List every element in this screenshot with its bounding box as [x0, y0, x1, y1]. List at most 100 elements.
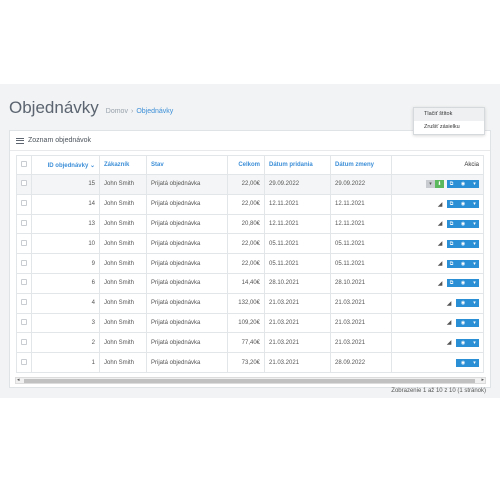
breadcrumb-home[interactable]: Domov	[106, 108, 128, 115]
cell-status: Prijatá objednávka	[146, 193, 228, 215]
edit-button[interactable]: ⧉	[447, 279, 456, 288]
send-icon[interactable]: ◢	[445, 319, 453, 327]
menu-item-cancel-shipment[interactable]: Zrušiť zásielku	[414, 121, 484, 134]
cell-total: 132,00€	[227, 292, 265, 314]
select-all-checkbox[interactable]	[16, 155, 32, 175]
send-icon[interactable]: ◢	[436, 279, 444, 287]
column-date-added[interactable]: Dátum pridania	[264, 155, 331, 175]
view-button[interactable]: ◉	[456, 318, 470, 327]
cell-actions: ◢ ⧉ ◉ ▾	[391, 233, 484, 255]
cell-total: 14,40€	[227, 272, 265, 294]
external-link-icon: ⧉	[449, 201, 454, 208]
row-checkbox[interactable]	[16, 332, 32, 354]
send-icon[interactable]: ◢	[436, 260, 444, 268]
view-button[interactable]: ◉	[456, 200, 470, 209]
view-dropdown-button[interactable]: ▾	[470, 318, 479, 327]
row-checkbox[interactable]	[16, 253, 32, 274]
list-icon	[16, 137, 24, 144]
pagination-info: Zobrazenie 1 až 10 z 10 (1 stránok)	[391, 388, 486, 394]
scroll-right-icon[interactable]: ▸	[481, 378, 484, 383]
cell-date-modified: 28.10.2021	[330, 272, 392, 294]
cell-actions: ▾ ⬇ ⧉ ◉ ▾	[391, 174, 484, 195]
orders-table: ID objednávky ⌄ Zákazník Stav Celkom Dát…	[16, 155, 484, 373]
column-date-modified[interactable]: Dátum zmeny	[330, 155, 392, 175]
row-checkbox[interactable]	[16, 352, 32, 373]
cell-date-modified: 05.11.2021	[330, 253, 392, 274]
caret-icon: ▾	[429, 181, 432, 188]
eye-icon: ◉	[460, 220, 466, 227]
row-checkbox[interactable]	[16, 174, 32, 195]
cell-actions: ◉ ▾	[391, 352, 484, 373]
external-link-icon: ⧉	[449, 181, 454, 188]
cell-customer: John Smith	[99, 213, 147, 235]
download-icon: ⬇	[437, 181, 442, 188]
table-row: 10 John Smith Prijatá objednávka 22,00€ 05.1…	[16, 233, 484, 255]
scroll-left-icon[interactable]: ◂	[17, 378, 20, 383]
view-button[interactable]: ◉	[456, 219, 470, 228]
edit-button[interactable]: ⧉	[447, 259, 456, 268]
cell-date-added: 05.11.2021	[264, 253, 331, 274]
view-button[interactable]: ◉	[456, 338, 470, 347]
page-title: Objednávky	[9, 98, 99, 117]
view-dropdown-button[interactable]: ▾	[470, 219, 479, 228]
scrollbar-thumb[interactable]	[24, 379, 475, 383]
eye-icon: ◉	[460, 280, 466, 287]
view-dropdown-button[interactable]: ▾	[470, 279, 479, 288]
view-button[interactable]: ◉	[456, 299, 470, 308]
view-dropdown-button[interactable]: ▾	[470, 259, 479, 268]
view-dropdown-button[interactable]: ▾	[470, 358, 479, 367]
column-status[interactable]: Stav	[146, 155, 228, 175]
column-total[interactable]: Celkom	[227, 155, 265, 175]
cell-order-id: 2	[31, 332, 100, 354]
dropdown-toggle-button[interactable]: ▾	[426, 180, 435, 189]
view-dropdown-button[interactable]: ▾	[470, 239, 479, 248]
cell-actions: ◢ ◉ ▾	[391, 332, 484, 354]
edit-button[interactable]: ⧉	[447, 180, 456, 189]
send-icon[interactable]: ◢	[436, 200, 444, 208]
column-id[interactable]: ID objednávky ⌄	[31, 155, 100, 175]
send-icon[interactable]: ◢	[436, 220, 444, 228]
edit-button[interactable]: ⧉	[447, 219, 456, 228]
cell-order-id: 6	[31, 272, 100, 294]
view-dropdown-button[interactable]: ▾	[470, 299, 479, 308]
view-button[interactable]: ◉	[456, 180, 470, 189]
send-icon[interactable]: ◢	[445, 339, 453, 347]
view-dropdown-button[interactable]: ▾	[470, 180, 479, 189]
column-customer[interactable]: Zákazník	[99, 155, 147, 175]
breadcrumb-current[interactable]: Objednávky	[136, 108, 173, 115]
cell-status: Prijatá objednávka	[146, 213, 228, 235]
view-dropdown-button[interactable]: ▾	[470, 200, 479, 209]
cell-order-id: 14	[31, 193, 100, 215]
table-row: 3 John Smith Prijatá objednávka 109,20€ 21.0…	[16, 312, 484, 334]
view-button[interactable]: ◉	[456, 239, 470, 248]
cell-total: 77,40€	[227, 332, 265, 354]
menu-item-print-label[interactable]: Tlačiť štítok	[414, 108, 484, 121]
view-button[interactable]: ◉	[456, 358, 470, 367]
edit-button[interactable]: ⧉	[447, 200, 456, 209]
external-link-icon: ⧉	[449, 220, 454, 227]
view-dropdown-button[interactable]: ▾	[470, 338, 479, 347]
row-checkbox[interactable]	[16, 272, 32, 294]
cell-customer: John Smith	[99, 233, 147, 255]
cell-customer: John Smith	[99, 193, 147, 215]
row-checkbox[interactable]	[16, 213, 32, 235]
row-checkbox[interactable]	[16, 292, 32, 314]
cell-customer: John Smith	[99, 312, 147, 334]
row-checkbox[interactable]	[16, 233, 32, 255]
cell-order-id: 10	[31, 233, 100, 255]
cell-date-modified: 12.11.2021	[330, 193, 392, 215]
edit-button[interactable]: ⧉	[447, 239, 456, 248]
row-checkbox[interactable]	[16, 312, 32, 334]
download-button[interactable]: ⬇	[435, 180, 444, 189]
cell-date-added: 12.11.2021	[264, 213, 331, 235]
horizontal-scrollbar[interactable]: ◂ ▸	[15, 377, 486, 384]
cell-date-modified: 12.11.2021	[330, 213, 392, 235]
cell-date-added: 21.03.2021	[264, 292, 331, 314]
send-icon[interactable]: ◢	[445, 299, 453, 307]
cell-total: 22,00€	[227, 253, 265, 274]
view-button[interactable]: ◉	[456, 279, 470, 288]
row-checkbox[interactable]	[16, 193, 32, 215]
send-icon[interactable]: ◢	[436, 240, 444, 248]
view-button[interactable]: ◉	[456, 259, 470, 268]
eye-icon: ◉	[460, 300, 466, 307]
